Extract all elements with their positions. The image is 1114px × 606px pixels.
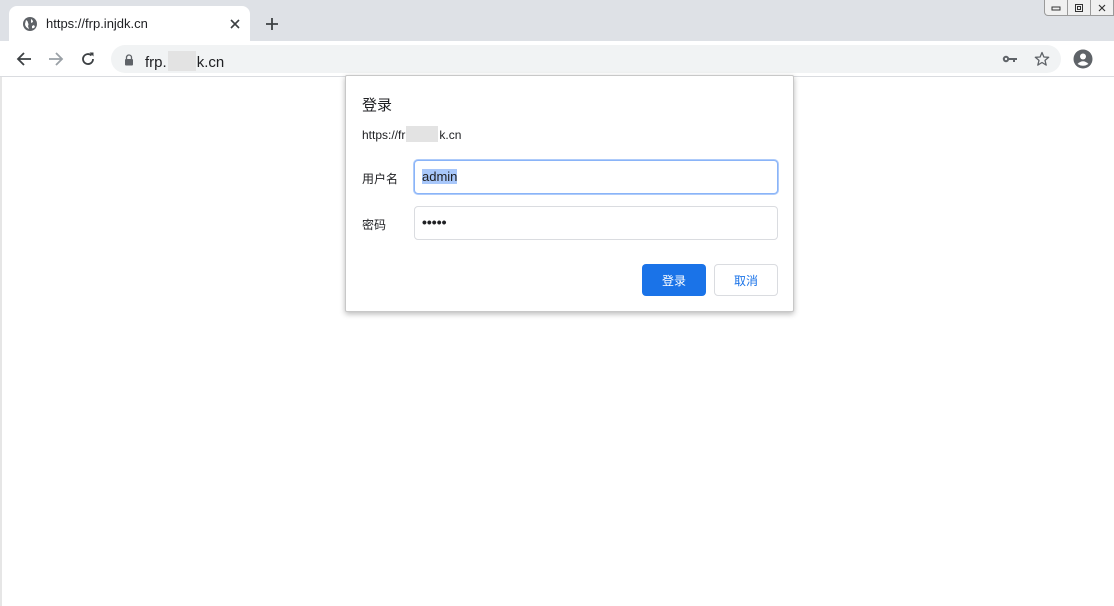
page-left-edge [0,77,2,606]
password-field[interactable]: ••••• [414,206,778,240]
arrow-right-icon[interactable] [42,45,70,73]
password-label: 密码 [362,218,387,232]
window-controls [1044,0,1114,17]
browser-toolbar: frp. k.cn [0,41,1114,77]
minimize-icon[interactable] [1044,0,1068,16]
account-circle-icon[interactable] [1071,45,1095,73]
url-text: frp. k.cn [145,51,224,71]
address-bar[interactable]: frp. k.cn [111,45,1061,73]
key-icon[interactable] [1001,50,1019,68]
tab-strip: https://frp.injdk.cn [0,0,1114,41]
close-icon[interactable] [1090,0,1114,16]
password-value: ••••• [422,214,447,230]
lock-icon[interactable] [123,53,135,66]
tab-title: https://frp.injdk.cn [46,16,148,31]
star-icon[interactable] [1033,50,1051,68]
cancel-button[interactable]: 取消 [714,264,778,296]
redaction-block [406,126,439,142]
url-prefix: frp. [145,54,167,71]
restore-icon[interactable] [1067,0,1091,16]
login-button[interactable]: 登录 [642,264,706,296]
close-icon[interactable] [226,15,244,33]
username-value: admin [422,169,458,184]
dialog-origin: https://fr k.cn [362,126,461,142]
plus-icon[interactable] [262,14,282,34]
login-dialog: 登录 https://fr k.cn 用户名 admin 密码 ••••• 登录 … [345,75,794,312]
username-label: 用户名 [362,172,399,186]
reload-icon[interactable] [74,45,102,73]
origin-prefix: https://fr [362,128,406,142]
redaction-block [167,51,196,71]
dialog-title: 登录 [362,97,393,114]
globe-icon [22,16,38,32]
browser-tab[interactable]: https://frp.injdk.cn [9,6,250,41]
arrow-left-icon[interactable] [10,45,38,73]
url-suffix: k.cn [196,54,225,71]
origin-suffix: k.cn [439,128,462,142]
username-field[interactable]: admin [414,160,778,194]
